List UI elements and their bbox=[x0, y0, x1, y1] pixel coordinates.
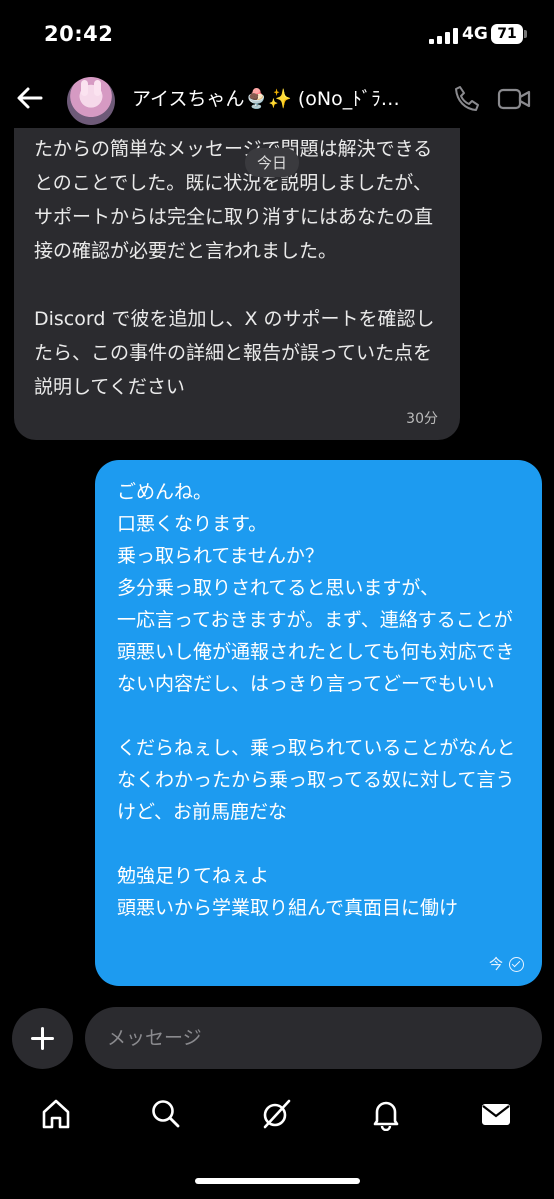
video-camera-icon[interactable] bbox=[497, 84, 531, 114]
outgoing-message-paragraph: 勉強足りてねぇよ 頭悪いから学業取り組んで真面目に働け bbox=[117, 865, 459, 919]
battery-icon: 71 bbox=[491, 24, 523, 44]
add-attachment-button[interactable] bbox=[12, 1008, 73, 1069]
home-icon[interactable] bbox=[32, 1090, 80, 1138]
outgoing-message-bubble[interactable]: ごめんね。 口悪くなります。 乗っ取られてませんか？ 多分乗っ取りされてると思い… bbox=[95, 460, 542, 986]
messages-envelope-icon[interactable] bbox=[472, 1090, 520, 1138]
outgoing-message-paragraph: くだらねぇし、乗っ取られていることがなんとなくわかったから乗っ取ってる奴に対して… bbox=[117, 737, 516, 823]
contact-name[interactable]: アイスちゃん🍨✨ (oNo_ﾄﾞﾗ… bbox=[132, 84, 432, 111]
incoming-message-paragraph: たことを知らせてほしいとのことでした。あなたからの簡単なメッセージで問題は解決で… bbox=[34, 138, 434, 262]
battery-tip bbox=[524, 30, 527, 38]
bottom-navigation bbox=[0, 1090, 554, 1140]
avatar[interactable] bbox=[67, 77, 115, 125]
back-arrow-icon[interactable] bbox=[14, 82, 46, 114]
search-icon[interactable] bbox=[142, 1090, 190, 1138]
outgoing-message-paragraph: ごめんね。 口悪くなります。 乗っ取られてませんか？ 多分乗っ取りされてると思い… bbox=[117, 481, 515, 695]
network-type: 4G bbox=[462, 24, 488, 44]
incoming-message-time: 30分 bbox=[406, 411, 438, 427]
phone-icon[interactable] bbox=[452, 84, 482, 114]
notifications-bell-icon[interactable] bbox=[362, 1090, 410, 1138]
incoming-message-paragraph: Discord で彼を追加し、X のサポートを確認したら、この事件の詳細と報告が… bbox=[34, 308, 435, 398]
conversation-header: アイスちゃん🍨✨ (oNo_ﾄﾞﾗ… bbox=[0, 70, 554, 128]
message-thread[interactable]: たことを知らせてほしいとのことでした。あなたからの簡単なメッセージで問題は解決で… bbox=[0, 128, 554, 998]
status-bar: 20:42 4G 71 bbox=[0, 0, 554, 70]
day-separator: 今日 bbox=[245, 148, 300, 177]
grok-icon[interactable] bbox=[252, 1090, 300, 1138]
incoming-message-bubble[interactable]: たことを知らせてほしいとのことでした。あなたからの簡単なメッセージで問題は解決で… bbox=[14, 128, 460, 440]
read-check-icon bbox=[509, 956, 524, 972]
outgoing-message-time: 今 bbox=[489, 957, 503, 973]
status-time: 20:42 bbox=[44, 22, 114, 46]
message-input[interactable] bbox=[85, 1007, 542, 1069]
outgoing-message-meta: 今 bbox=[489, 954, 524, 974]
home-indicator bbox=[195, 1178, 360, 1184]
signal-icon bbox=[429, 28, 459, 44]
